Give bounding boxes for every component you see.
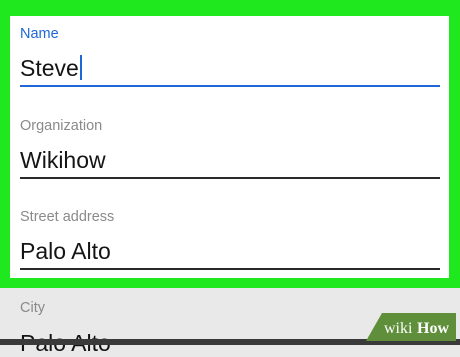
organization-underline [20,177,440,179]
organization-field[interactable]: Organization Wikihow [20,111,440,181]
wikihow-watermark: wiki How [366,313,456,341]
name-value[interactable]: Steve [20,55,82,82]
street-address-field[interactable]: Street address Palo Alto [20,201,440,271]
street-address-underline [20,268,440,270]
name-label: Name [20,26,59,42]
watermark-wiki: wiki [384,320,413,337]
city-label: City [20,300,45,316]
street-address-label: Street address [20,209,115,225]
name-underline [20,85,440,87]
highlighted-fields: Name Steve Organization Wikihow Street a… [10,16,449,278]
text-cursor [79,55,82,80]
watermark-how: How [417,320,449,337]
organization-label: Organization [20,118,103,134]
highlight-frame: Name Steve Organization Wikihow Street a… [0,0,460,288]
organization-value[interactable]: Wikihow [20,147,106,174]
name-text: Steve [20,55,79,81]
name-field[interactable]: Name Steve [20,16,440,91]
street-address-value[interactable]: Palo Alto [20,238,111,265]
